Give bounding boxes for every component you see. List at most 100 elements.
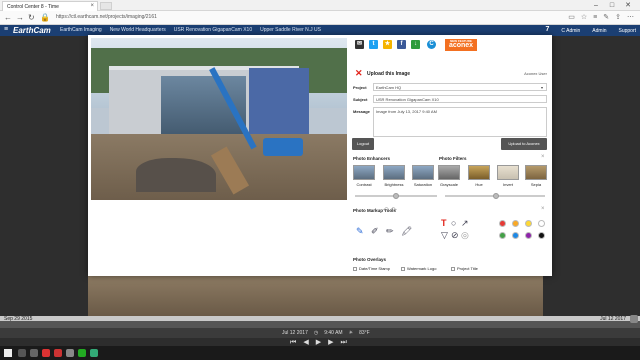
breadcrumb-item[interactable]: Upper Saddle River N.J US — [260, 27, 321, 33]
play-icon[interactable]: ▶ — [316, 339, 321, 346]
project-row: Project EarthCam HQ ▾ — [351, 83, 549, 93]
color-swatch-green[interactable] — [499, 232, 506, 239]
facebook-icon[interactable]: f — [397, 40, 406, 49]
enhancer-slider[interactable] — [355, 193, 437, 199]
logout-button[interactable]: Logout — [352, 138, 374, 150]
message-textarea[interactable]: Image from July 13, 2017 9:40 AM — [373, 107, 547, 137]
photo-enhancers-title: Photo Enhancers — [353, 156, 391, 161]
new-feature-label: NEW FEATURE — [450, 39, 472, 43]
hue-thumb[interactable]: Hue — [468, 165, 490, 187]
shape-tool-icon[interactable]: ▽ — [441, 230, 448, 241]
slider-knob[interactable] — [493, 193, 499, 199]
start-icon[interactable] — [4, 349, 12, 357]
subject-input[interactable]: USR Renovation GigapanCam X10 — [373, 95, 547, 103]
watermark-logo-checkbox[interactable]: Watermark Logo — [401, 266, 436, 271]
share-icon[interactable]: ⇪ — [615, 14, 621, 21]
hamburger-menu-icon[interactable]: ≡ — [4, 26, 8, 33]
color-swatch-purple[interactable] — [525, 232, 532, 239]
upload-to-aconex-button[interactable]: Upload to Aconex — [501, 138, 547, 150]
invert-thumb[interactable]: Invert — [497, 165, 519, 187]
text-tool-icon[interactable]: T — [441, 218, 447, 228]
more-icon[interactable]: ⋯ — [627, 14, 634, 21]
color-swatch-blue[interactable] — [512, 232, 519, 239]
color-swatch-red[interactable] — [499, 220, 506, 227]
subject-row: Subject USR Renovation GigapanCam X10 — [351, 95, 549, 105]
email-icon[interactable]: ✉ — [355, 40, 364, 49]
earthcam-logo[interactable]: EarthCam — [13, 26, 51, 35]
playback-controls: ⏮ ◀ ▶ ▶ ⏭ — [0, 338, 640, 346]
app-icon[interactable] — [90, 349, 98, 357]
brush-icon[interactable]: ✐ — [371, 226, 379, 237]
app-icon[interactable] — [54, 349, 62, 357]
breadcrumb-item[interactable]: EarthCam Imaging — [60, 27, 102, 33]
contrast-thumb[interactable]: Contrast — [353, 165, 375, 187]
arrow-tool-icon[interactable]: ↗ — [461, 218, 469, 229]
breadcrumb-item[interactable]: USR Renovation GigapanCam X10 — [174, 27, 252, 33]
undo-icon[interactable]: ↶ — [383, 206, 389, 214]
datetime-stamp-checkbox[interactable]: Date/Time Stamp — [353, 266, 390, 271]
app-icon[interactable] — [78, 349, 86, 357]
forward-arrow-icon[interactable]: → — [16, 13, 24, 22]
timeline-track[interactable] — [0, 316, 640, 321]
close-window-button[interactable]: ✕ — [620, 1, 636, 9]
redo-icon[interactable]: ↷ — [391, 206, 397, 214]
search-icon[interactable] — [18, 349, 26, 357]
app-icon[interactable] — [66, 349, 74, 357]
project-title-checkbox[interactable]: Project Title — [451, 266, 478, 271]
notes-icon[interactable]: ✎ — [603, 14, 609, 21]
close-icon[interactable]: × — [541, 206, 545, 212]
hub-icon[interactable]: ≡ — [593, 14, 597, 21]
timeline-handle[interactable] — [630, 315, 638, 323]
aconex-circle-icon[interactable]: C — [427, 40, 436, 49]
brightness-thumb[interactable]: Brightness — [383, 165, 405, 187]
admin-dropdown[interactable]: Admin — [592, 28, 606, 34]
task-view-icon[interactable] — [30, 349, 38, 357]
support-menu[interactable]: Support — [618, 28, 636, 34]
overlay-options: Date/Time Stamp Watermark Logo Project T… — [353, 266, 549, 274]
timeline: Sep 29 2015 Jul 12 2017 — [0, 315, 640, 328]
minimize-button[interactable]: – — [588, 2, 604, 9]
close-icon[interactable]: × — [541, 154, 545, 160]
maximize-button[interactable]: □ — [604, 2, 620, 9]
timeline-end-date: Jul 12 2017 — [600, 316, 626, 322]
address-bar: ← → ↻ 🔒 https://ctl.earthcam.net/project… — [0, 11, 640, 25]
aconex-logo-button[interactable]: NEW FEATURE aconex — [445, 39, 477, 51]
color-swatch-yellow[interactable] — [525, 220, 532, 227]
twitter-icon[interactable]: t — [369, 40, 378, 49]
forward-icon[interactable]: ▶ — [328, 339, 333, 346]
back-arrow-icon[interactable]: ← — [4, 13, 12, 22]
slider-knob[interactable] — [393, 193, 399, 199]
rewind-icon[interactable]: ◀ — [303, 339, 308, 346]
star-icon[interactable]: ★ — [383, 40, 392, 49]
sepia-thumb[interactable]: Sepia — [525, 165, 547, 187]
clear-tool-icon[interactable]: ⊘ — [451, 230, 459, 241]
project-value: EarthCam HQ — [376, 85, 402, 90]
circle-tool-icon[interactable]: ○ — [451, 218, 456, 228]
tab-close-icon[interactable]: × — [90, 3, 94, 9]
notification-badge[interactable]: 7 — [545, 26, 549, 33]
new-tab-button[interactable] — [100, 2, 112, 10]
pen-icon[interactable]: ✎ — [356, 226, 364, 237]
highlighter-icon[interactable]: 🖍 — [401, 226, 412, 237]
reading-view-icon[interactable]: ▭ — [568, 14, 575, 21]
url-input[interactable]: https://ctl.earthcam.net/projects/imagin… — [56, 14, 564, 22]
admin-menu[interactable]: C Admin — [561, 28, 580, 34]
project-select[interactable]: EarthCam HQ ▾ — [373, 83, 547, 91]
grayscale-thumb[interactable]: Grayscale — [438, 165, 460, 187]
skip-forward-icon[interactable]: ⏭ — [340, 339, 346, 346]
pencil-icon[interactable]: ✏ — [386, 226, 394, 237]
breadcrumb-item[interactable]: New World Headquarters — [110, 27, 166, 33]
skip-back-icon[interactable]: ⏮ — [290, 339, 296, 346]
browser-tab[interactable]: Control Center 8 - Time × — [2, 1, 98, 11]
favorite-star-icon[interactable]: ☆ — [581, 14, 587, 21]
color-swatch-white[interactable] — [538, 220, 545, 227]
refresh-icon[interactable]: ↻ — [28, 13, 35, 22]
filter-slider[interactable] — [445, 193, 545, 199]
eraser-tool-icon[interactable]: ◎ — [461, 230, 469, 241]
color-swatch-black[interactable] — [538, 232, 545, 239]
saturation-thumb[interactable]: Saturation — [412, 165, 434, 187]
download-icon[interactable]: ↓ — [411, 40, 420, 49]
photo-lift-base — [263, 138, 303, 156]
app-icon[interactable] — [42, 349, 50, 357]
color-swatch-orange[interactable] — [512, 220, 519, 227]
